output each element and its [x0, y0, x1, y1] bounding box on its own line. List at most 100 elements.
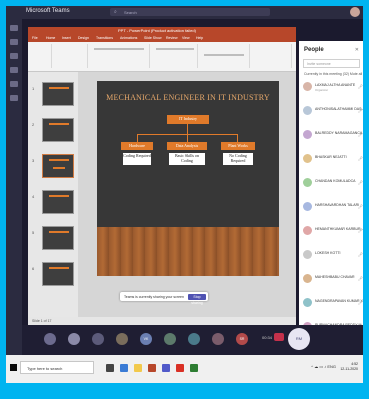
- chat-icon[interactable]: [10, 39, 18, 45]
- org-leaf-box[interactable]: No Coding Required: [223, 153, 253, 165]
- slide-title[interactable]: MECHANICAL ENGINEER IN IT INDUSTRY: [97, 93, 279, 102]
- participant-row[interactable]: BHASKAR NEJATTI 🎤︎: [303, 153, 363, 167]
- participant-row[interactable]: ANTHONISALATHAMMI DAS... 🎤︎: [303, 105, 364, 119]
- current-slide[interactable]: MECHANICAL ENGINEER IN IT INDUSTRY IT In…: [97, 81, 279, 276]
- app-icon[interactable]: [190, 364, 198, 372]
- invite-someone-input[interactable]: Invite someone: [303, 59, 360, 68]
- calendar-icon[interactable]: [10, 67, 18, 73]
- teams-taskbar-icon[interactable]: [162, 364, 170, 372]
- shape-controls: [204, 54, 244, 56]
- org-leaf-box[interactable]: Coding Required: [123, 153, 151, 165]
- tab-design[interactable]: Design: [78, 36, 89, 40]
- org-branch-box[interactable]: Plant Works: [221, 142, 255, 150]
- slide-thumbnail[interactable]: [42, 262, 74, 286]
- participant-name: HEMANTHKUMAR KARBUR...: [315, 227, 364, 231]
- participant-tile[interactable]: SR: [236, 333, 248, 345]
- mic-icon: 🎤︎: [357, 108, 363, 113]
- tab-transitions[interactable]: Transitions: [96, 36, 113, 40]
- tab-slide-show[interactable]: Slide Show: [144, 36, 162, 40]
- ppt-title-bar: PPT - PowerPoint (Product activation fai…: [28, 27, 296, 35]
- share-banner-text: Teams is currently sharing your screen: [124, 295, 184, 299]
- system-tray-icons[interactable]: ^ ☁ ▭ ♪ ENG: [311, 364, 336, 369]
- participant-avatar: [303, 226, 312, 235]
- close-icon[interactable]: ✕: [355, 47, 359, 53]
- participant-tile[interactable]: VK: [140, 333, 152, 345]
- windows-taskbar: Type here to search ^ ☁ ▭ ♪ ENG 4:52 12-…: [6, 355, 364, 383]
- taskbar-search-input[interactable]: Type here to search: [20, 361, 94, 374]
- calls-icon[interactable]: [10, 81, 18, 87]
- activity-icon[interactable]: [10, 25, 18, 31]
- org-branch-box[interactable]: Hardware: [121, 142, 153, 150]
- participant-row[interactable]: HARSHAVARDHAN TALARI 🎤︎: [303, 201, 363, 215]
- drawing-group[interactable]: [200, 44, 250, 68]
- connector-line: [137, 134, 138, 142]
- thumb-number: 4: [32, 194, 35, 199]
- participant-row[interactable]: CHANDAN KOMULADCA 🎤︎: [303, 177, 363, 191]
- mic-icon: 🎤︎: [357, 252, 363, 257]
- org-branch-box[interactable]: Data Analysis: [167, 142, 207, 150]
- slide-editing-area: MECHANICAL ENGINEER IN IT INDUSTRY IT In…: [78, 72, 296, 317]
- slide-thumbnail-selected[interactable]: [42, 154, 74, 178]
- participant-tile[interactable]: [116, 333, 128, 345]
- mic-icon: 🎤︎: [357, 180, 363, 185]
- files-icon[interactable]: [10, 95, 18, 101]
- participant-tile[interactable]: [44, 333, 56, 345]
- participant-tile[interactable]: [164, 333, 176, 345]
- app-title: Microsoft Teams: [26, 8, 70, 14]
- people-panel-title: People: [304, 47, 324, 53]
- teams-icon[interactable]: [10, 53, 18, 59]
- participant-row[interactable]: NAGENDRAPAVAN KUMAR Y... 🎤︎: [303, 297, 364, 311]
- tab-view[interactable]: View: [182, 36, 190, 40]
- wood-floor-background: [97, 227, 279, 276]
- connector-line: [187, 134, 188, 142]
- chrome-icon[interactable]: [176, 364, 184, 372]
- stop-sharing-button[interactable]: Stop sharing: [188, 293, 206, 305]
- tab-home[interactable]: Home: [46, 36, 55, 40]
- teams-search-input[interactable]: ⌕ Search: [110, 8, 270, 16]
- slide-thumbnail[interactable]: [42, 226, 74, 250]
- participant-name: HARSHAVARDHAN TALARI: [315, 203, 360, 207]
- participant-row[interactable]: LAXMAJ ALTHA ANANTE Organizer 🎤︎: [303, 81, 363, 95]
- tab-review[interactable]: Review: [166, 36, 177, 40]
- tab-insert[interactable]: Insert: [62, 36, 71, 40]
- org-root-box[interactable]: IT Industry: [167, 115, 209, 124]
- slide-thumbnail[interactable]: [42, 82, 74, 106]
- slide-thumbnail[interactable]: [42, 118, 74, 142]
- mic-icon: 🎤︎: [357, 204, 363, 209]
- powerpoint-icon[interactable]: [148, 364, 156, 372]
- participant-name: BALREDDY NARAMAGANCA: [315, 131, 363, 135]
- participant-row[interactable]: MAHESHBABU CHAVAR 🎤︎: [303, 273, 363, 287]
- task-view-icon[interactable]: [106, 364, 114, 372]
- self-view-tile[interactable]: RM: [288, 328, 310, 350]
- taskbar-clock[interactable]: 4:52 12-11-2020: [340, 362, 358, 372]
- mic-icon: 🎤︎: [357, 156, 363, 161]
- thumb-number: 2: [32, 122, 35, 127]
- in-meeting-label: Currently in this meeting (32): [304, 72, 349, 76]
- search-icon: ⌕: [114, 9, 117, 15]
- slide-thumbnails: 1 2 3 4 5 6: [28, 72, 78, 317]
- mute-all-link[interactable]: Mute all: [350, 72, 362, 76]
- clipboard-group[interactable]: [30, 44, 52, 68]
- edge-icon[interactable]: [120, 364, 128, 372]
- participant-tile[interactable]: [212, 333, 224, 345]
- participant-tile[interactable]: [188, 333, 200, 345]
- participant-tile[interactable]: [92, 333, 104, 345]
- font-box: [94, 48, 144, 50]
- windows-start-icon[interactable]: [10, 364, 17, 371]
- hang-up-button[interactable]: [274, 333, 284, 341]
- participant-row[interactable]: BALREDDY NARAMAGANCA 🎤︎: [303, 129, 363, 143]
- tab-help[interactable]: Help: [196, 36, 203, 40]
- user-avatar[interactable]: [350, 7, 360, 17]
- org-leaf-box[interactable]: Basic Skills on Coding: [169, 153, 205, 165]
- participant-row[interactable]: HEMANTHKUMAR KARBUR... 🎤︎: [303, 225, 363, 239]
- teams-title-bar: Microsoft Teams ⌕ Search: [6, 5, 364, 19]
- editing-group[interactable]: [252, 44, 292, 68]
- file-explorer-icon[interactable]: [134, 364, 142, 372]
- participant-row[interactable]: LOKESH KOTTI 🎤︎: [303, 249, 363, 263]
- participant-name: LOKESH KOTTI: [315, 251, 341, 255]
- slides-group[interactable]: [54, 44, 88, 68]
- participant-tile[interactable]: [68, 333, 80, 345]
- tab-animations[interactable]: Animations: [120, 36, 137, 40]
- slide-thumbnail[interactable]: [42, 190, 74, 214]
- tab-file[interactable]: File: [32, 36, 38, 40]
